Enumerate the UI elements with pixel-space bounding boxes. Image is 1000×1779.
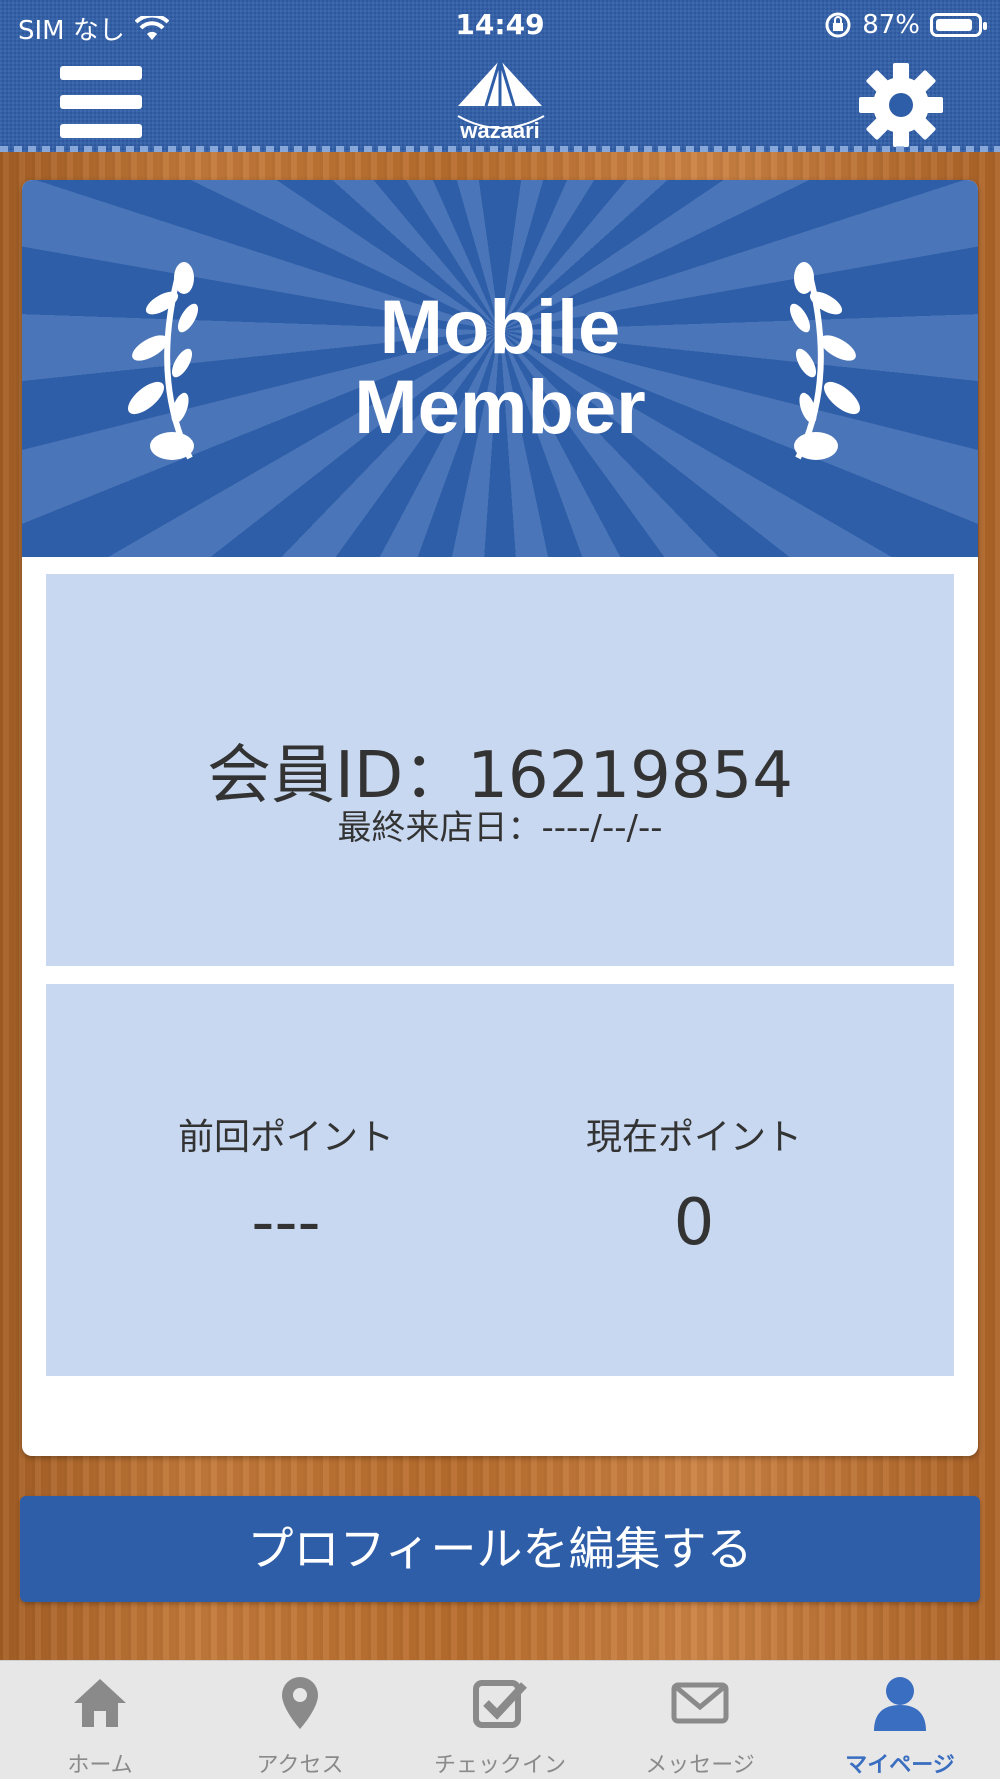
envelope-icon [671, 1682, 729, 1724]
status-bar: SIM なし 14:49 87% [0, 0, 1000, 50]
map-pin-icon [282, 1677, 318, 1729]
app-header: SIM なし 14:49 87% wazaari [0, 0, 1000, 152]
banner-title-line2: Member [354, 365, 646, 450]
person-icon [874, 1677, 926, 1731]
tab-mypage[interactable]: マイページ [800, 1661, 1000, 1779]
previous-points-value: --- [251, 1186, 321, 1260]
banner-title: Mobile Member [22, 288, 978, 448]
app-logo: wazaari [440, 58, 560, 148]
member-card: Mobile Member 会員ID：16219854 最終来店日：----/-… [22, 180, 978, 1456]
points-panel: 前回ポイント --- 現在ポイント 0 [46, 984, 954, 1376]
last-visit-date: 最終来店日：----/--/-- [337, 808, 663, 848]
tab-message[interactable]: メッセージ [600, 1661, 800, 1779]
current-points-label: 現在ポイント [585, 1117, 802, 1158]
menu-button[interactable] [60, 66, 142, 138]
checkbox-icon [473, 1680, 527, 1728]
current-points: 現在ポイント 0 [494, 1108, 894, 1260]
settings-gear-icon[interactable] [858, 62, 944, 148]
home-icon [74, 1679, 126, 1727]
previous-points-label: 前回ポイント [177, 1117, 394, 1158]
tab-message-label: メッセージ [645, 1753, 755, 1778]
tab-access[interactable]: アクセス [200, 1661, 400, 1779]
battery-percent: 87% [862, 10, 920, 40]
member-id-panel: 会員ID：16219854 最終来店日：----/--/-- [46, 574, 954, 966]
edit-profile-button[interactable]: プロフィールを編集する [20, 1496, 980, 1602]
tab-mypage-label: マイページ [845, 1753, 955, 1778]
current-points-value: 0 [673, 1186, 715, 1260]
tab-home[interactable]: ホーム [0, 1661, 200, 1779]
tab-access-label: アクセス [256, 1753, 344, 1778]
bottom-tab-bar: ホーム アクセス チェックイン メッセージ マイページ [0, 1660, 1000, 1779]
banner-title-line1: Mobile [379, 285, 621, 370]
rotation-lock-icon [825, 12, 851, 38]
member-banner: Mobile Member [22, 180, 978, 557]
tab-checkin-label: チェックイン [433, 1753, 566, 1778]
previous-points: 前回ポイント --- [86, 1108, 486, 1260]
tab-checkin[interactable]: チェックイン [400, 1661, 600, 1779]
battery-icon [930, 13, 987, 37]
logo-text: wazaari [459, 118, 540, 143]
tab-home-label: ホーム [67, 1753, 133, 1778]
